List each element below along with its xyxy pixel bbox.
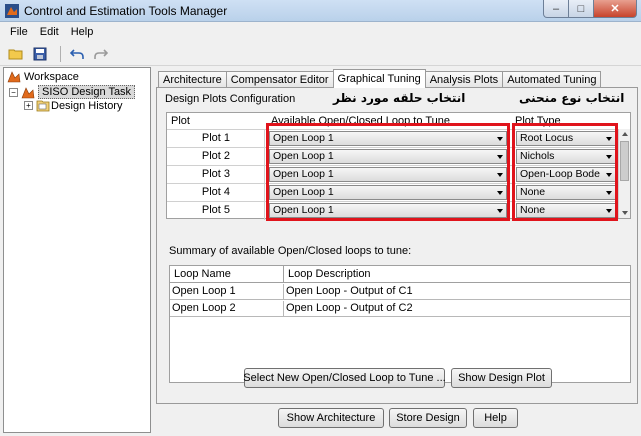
tree-label-design-prefix: Design: [51, 99, 86, 112]
plots-table-scrollbar[interactable]: [618, 129, 630, 218]
tab-architecture[interactable]: Architecture: [158, 71, 227, 88]
maximize-button[interactable]: □: [569, 0, 594, 18]
redo-icon: [94, 48, 108, 59]
plot-name: Plot 3: [167, 166, 265, 184]
workspace-icon: [7, 71, 21, 83]
highlight-loop-column: [266, 123, 510, 221]
loop-desc-cell: Open Loop - Output of C2: [286, 302, 413, 314]
toolbar: [0, 42, 641, 66]
menu-edit[interactable]: Edit: [34, 26, 65, 38]
loop-name-cell: Open Loop 1: [170, 284, 284, 300]
menu-bar: File Edit Help: [0, 22, 641, 42]
help-button[interactable]: Help: [473, 408, 518, 428]
window-title: Control and Estimation Tools Manager: [24, 4, 228, 18]
scroll-up-icon[interactable]: [622, 132, 628, 136]
folder-open-icon: [8, 49, 23, 59]
minimize-icon: –: [552, 2, 560, 15]
menu-file[interactable]: File: [4, 26, 34, 38]
title-bar: Control and Estimation Tools Manager – □…: [0, 0, 641, 22]
minimize-button[interactable]: –: [543, 0, 569, 18]
loop-desc-cell: Open Loop - Output of C1: [286, 285, 413, 297]
show-architecture-button[interactable]: Show Architecture: [278, 408, 384, 428]
tab-analysis-plots[interactable]: Analysis Plots: [424, 71, 504, 88]
table-row[interactable]: Open Loop 2 Open Loop - Output of C2: [170, 301, 630, 317]
store-design-button[interactable]: Store Design: [389, 408, 467, 428]
undo-icon: [70, 48, 84, 59]
tree-item-workspace[interactable]: Workspace: [7, 70, 79, 83]
save-button[interactable]: [30, 44, 50, 64]
expand-icon[interactable]: +: [24, 101, 33, 110]
annotation-select-loop: انتخاب حلقه مورد نظر: [333, 91, 466, 105]
tree-item-siso-task[interactable]: − SISO Design Task: [9, 85, 136, 99]
save-icon: [33, 47, 47, 60]
design-plots-config-label: Design Plots Configuration: [165, 93, 296, 105]
plot-name: Plot 5: [167, 202, 265, 220]
show-design-plot-button[interactable]: Show Design Plot: [451, 368, 552, 388]
open-button[interactable]: [6, 44, 26, 64]
workspace-tree: Workspace − SISO Design Task + Design His…: [3, 67, 151, 433]
siso-task-icon: [21, 86, 35, 98]
history-folder-icon: [36, 100, 50, 112]
redo-button[interactable]: [91, 44, 111, 64]
table-row[interactable]: Open Loop 1 Open Loop - Output of C1: [170, 284, 630, 300]
close-button[interactable]: ✕: [594, 0, 637, 18]
undo-button[interactable]: [67, 44, 87, 64]
tree-label-workspace: Workspace: [24, 70, 79, 83]
tree-label-design-history: History: [88, 99, 123, 112]
scroll-thumb[interactable]: [620, 141, 629, 181]
tab-compensator-editor[interactable]: Compensator Editor: [225, 71, 334, 88]
loops-summary-table: Loop Name Loop Description Open Loop 1 O…: [169, 265, 631, 383]
highlight-plot-type-column: [512, 123, 618, 221]
tree-label-siso-task: SISO Design Task: [38, 85, 136, 99]
menu-help[interactable]: Help: [65, 26, 100, 38]
toolbar-separator: [60, 45, 61, 62]
summary-label: Summary of available Open/Closed loops t…: [169, 245, 412, 257]
collapse-icon[interactable]: −: [9, 87, 18, 97]
tab-graphical-tuning[interactable]: Graphical Tuning: [332, 69, 426, 88]
close-icon: ✕: [610, 3, 620, 15]
plot-name: Plot 2: [167, 148, 265, 166]
graphical-tuning-panel: Design Plots Configuration انتخاب حلقه م…: [156, 87, 638, 404]
main-panel: Architecture Compensator Editor Graphica…: [154, 67, 638, 433]
annotation-select-plot-type: انتخاب نوع منحنی: [519, 91, 625, 105]
tree-item-design-history[interactable]: + Design History: [24, 99, 122, 112]
scroll-down-icon[interactable]: [622, 211, 628, 215]
plot-name: Plot 1: [167, 130, 265, 148]
header-plot: Plot: [171, 115, 190, 127]
tab-automated-tuning[interactable]: Automated Tuning: [502, 71, 602, 88]
plot-name: Plot 4: [167, 184, 265, 202]
matlab-app-icon: [5, 4, 19, 18]
header-loop-name: Loop Name: [170, 266, 284, 283]
loop-name-cell: Open Loop 2: [170, 301, 284, 317]
tab-bar: Architecture Compensator Editor Graphica…: [158, 69, 602, 88]
header-loop-description: Loop Description: [284, 266, 630, 283]
select-new-loop-button[interactable]: Select New Open/Closed Loop to Tune ...: [243, 368, 446, 388]
maximize-icon: □: [577, 2, 585, 15]
